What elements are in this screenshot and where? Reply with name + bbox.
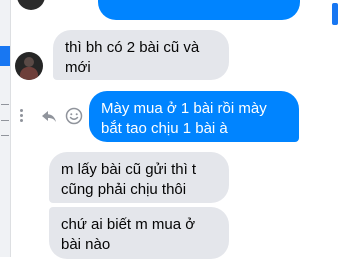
right-scroll-area	[330, 0, 340, 257]
left-panel-mark	[1, 120, 9, 121]
message-actions	[20, 106, 84, 126]
left-panel-mark	[1, 104, 9, 105]
left-panel-mark	[1, 135, 9, 136]
message-bubble-previous[interactable]	[98, 0, 300, 20]
scrollbar-thumb[interactable]	[332, 3, 338, 25]
reply-icon[interactable]	[40, 106, 58, 126]
left-panel-edge	[0, 0, 11, 257]
message-bubble-incoming[interactable]: chứ ai biết m mua ở bài nào	[49, 207, 229, 259]
react-icon[interactable]	[64, 106, 84, 126]
left-panel-accent	[0, 46, 10, 66]
message-bubble-incoming[interactable]: m lấy bài cũ gửi thì t cũng phải chịu th…	[49, 152, 229, 203]
message-bubble-incoming[interactable]: thì bh có 2 bài cũ và mới	[53, 30, 229, 80]
more-icon[interactable]	[20, 109, 24, 123]
message-bubble-outgoing[interactable]: Mày mua ở 1 bài rồi mày bắt tao chịu 1 b…	[89, 91, 299, 142]
avatar-previous	[17, 0, 45, 10]
contact-avatar[interactable]	[15, 52, 43, 80]
